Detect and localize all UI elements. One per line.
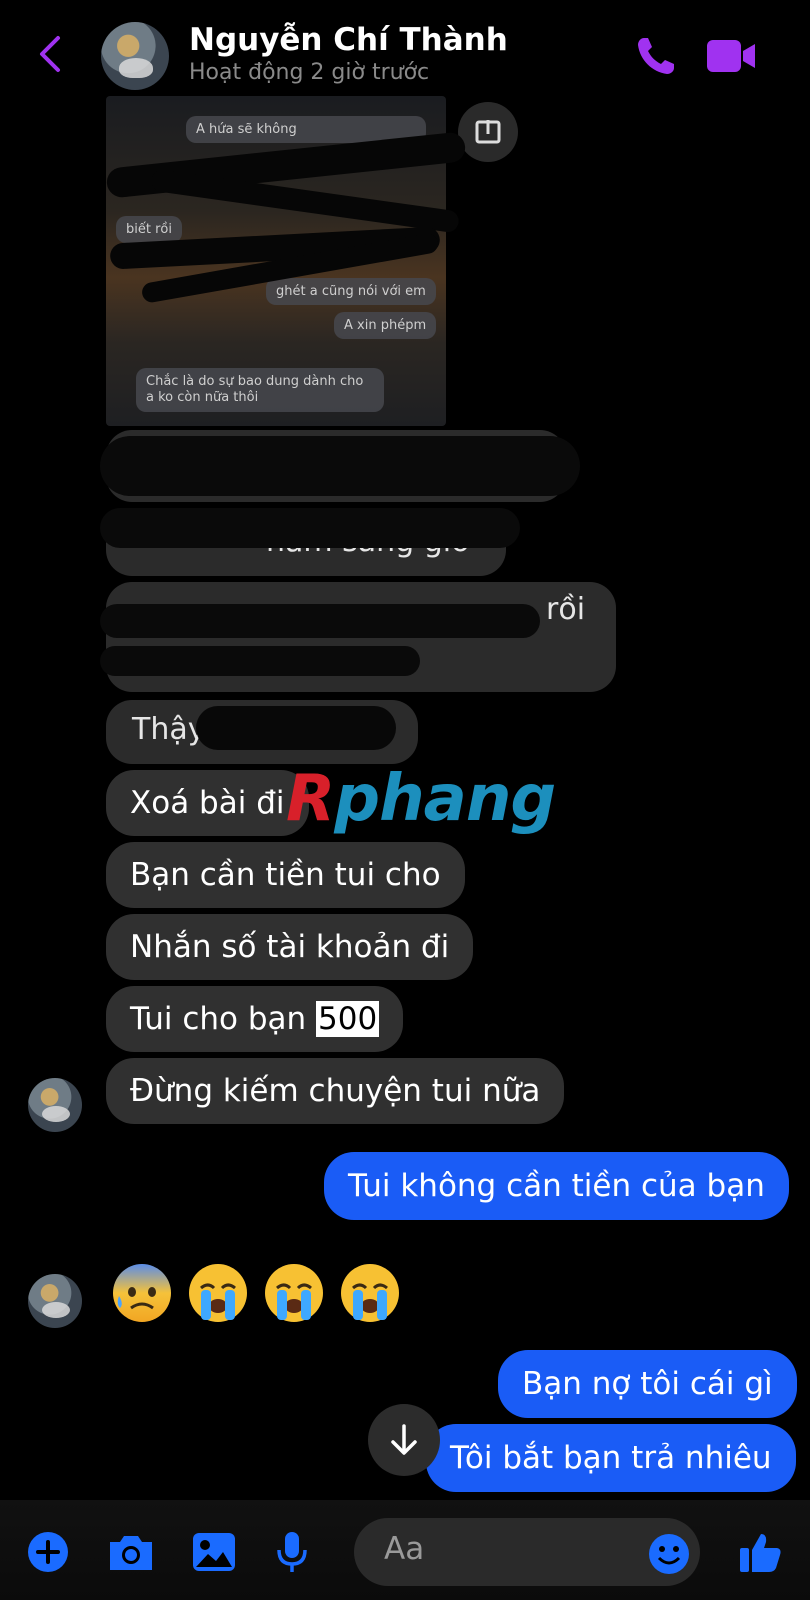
microphone-icon[interactable] (274, 1530, 310, 1574)
message-text: Tui cho bạn (130, 1001, 317, 1037)
outgoing-message[interactable]: Tôi bắt bạn trả nhiêu (426, 1424, 796, 1492)
redaction-scribble (100, 436, 580, 496)
arrow-down-icon (391, 1424, 417, 1455)
back-arrow-icon[interactable] (34, 34, 64, 74)
incoming-message[interactable]: Nhắn số tài khoản đi (106, 914, 474, 980)
outgoing-message[interactable]: Bạn nợ tôi cái gì (498, 1350, 797, 1418)
download-icon[interactable] (458, 102, 518, 162)
incoming-message[interactable]: Bạn cần tiền tui cho (106, 842, 465, 908)
obscured-text: Thậy (132, 712, 206, 747)
gallery-icon[interactable] (190, 1530, 238, 1574)
contact-name[interactable]: Nguyễn Chí Thành (189, 22, 508, 58)
redaction-scribble (196, 706, 396, 750)
anxious-face-with-sweat-icon[interactable] (111, 1262, 173, 1324)
video-call-icon[interactable] (705, 36, 757, 76)
scroll-to-bottom-button[interactable] (368, 1404, 440, 1476)
loudly-crying-face-icon[interactable] (263, 1262, 325, 1324)
sender-avatar[interactable] (28, 1078, 82, 1132)
obscured-text: rồi (546, 592, 586, 627)
message-input-placeholder: Aa (384, 1531, 425, 1567)
emoji-icon[interactable] (648, 1532, 690, 1576)
contact-avatar[interactable] (101, 22, 169, 90)
screenshot-text: A xin phépm (334, 312, 437, 339)
screenshot-text: biết rồi (116, 216, 183, 243)
redaction-scribble (100, 508, 520, 548)
outgoing-message[interactable]: Tui không cần tiền của bạn (324, 1152, 789, 1220)
loudly-crying-face-icon[interactable] (187, 1262, 249, 1324)
incoming-message[interactable]: Xoá bài đi (106, 770, 309, 836)
incoming-message[interactable]: Tui cho bạn 500 (106, 986, 404, 1052)
plus-icon[interactable] (26, 1530, 70, 1574)
incoming-message[interactable]: Đừng kiếm chuyện tui nữa (106, 1058, 565, 1124)
conversation-header: Nguyễn Chí Thành Hoạt động 2 giờ trước (0, 0, 810, 96)
redaction-scribble (100, 604, 540, 638)
thumbs-up-icon[interactable] (737, 1530, 783, 1574)
watermark-logo: Rphang (286, 762, 556, 836)
redaction-scribble (100, 646, 420, 676)
screenshot-text: Chắc là do sự bao dung dành cho a ko còn… (136, 368, 384, 412)
highlighted-amount: 500 (316, 1001, 380, 1037)
phone-call-icon[interactable] (634, 34, 678, 78)
screenshot-text: ghét a cũng nói với em (266, 278, 436, 305)
loudly-crying-face-icon[interactable] (339, 1262, 401, 1324)
camera-icon[interactable] (106, 1530, 156, 1574)
contact-status: Hoạt động 2 giờ trước (189, 60, 430, 85)
sender-avatar[interactable] (28, 1274, 82, 1328)
